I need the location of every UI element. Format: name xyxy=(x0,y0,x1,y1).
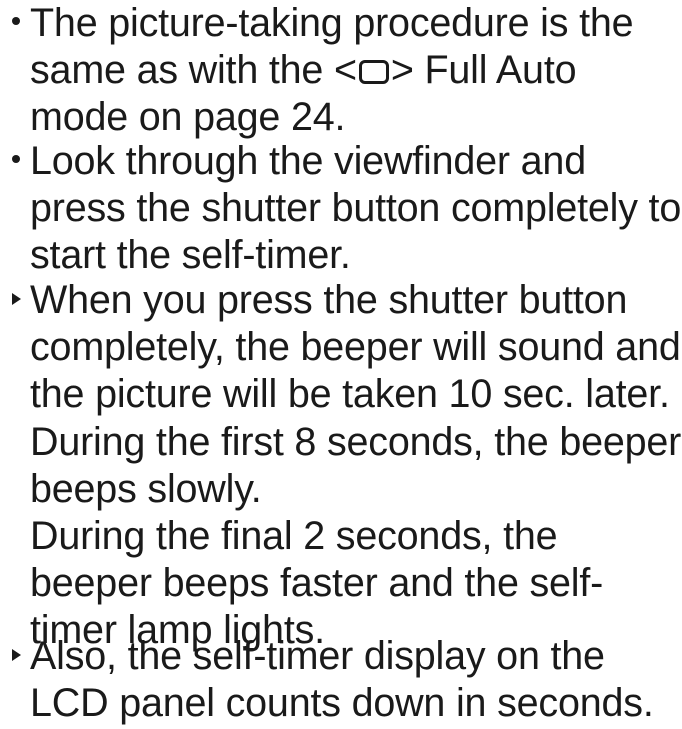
bullet-item-viewfinder: Look through the viewfinder and press th… xyxy=(0,138,681,280)
manual-page: The picture-taking procedure is the same… xyxy=(0,0,682,729)
result-item-beeper: When you press the shutter button comple… xyxy=(0,277,681,655)
text-line: beeps slowly. xyxy=(30,466,262,511)
text-line: During the final 2 seconds, the xyxy=(30,514,558,559)
text-line: the picture will be taken 10 sec. later. xyxy=(30,372,670,417)
bullet-dot-icon xyxy=(6,138,26,185)
text-line: Also, the self-timer display on the xyxy=(30,634,605,678)
text-line: The picture-taking procedure is the xyxy=(30,1,634,45)
text-line: During the first 8 seconds, the beeper xyxy=(30,419,682,464)
result-arrow-icon xyxy=(6,277,26,324)
text-fragment: > Full Auto xyxy=(390,48,577,93)
text-line: beeper beeps faster and the self- xyxy=(30,561,604,606)
result-item-lcd-countdown: Also, the self-timer display on the LCD … xyxy=(0,633,654,727)
text-fragment: same as with the < xyxy=(30,48,357,93)
result-arrow-icon xyxy=(6,633,26,680)
full-auto-mode-icon xyxy=(358,60,389,85)
bullet-dot-icon xyxy=(6,0,26,47)
text-line: LCD panel counts down in seconds. xyxy=(30,681,654,726)
bullet-item-procedure: The picture-taking procedure is the same… xyxy=(0,0,634,142)
text-line: Look through the viewfinder and xyxy=(30,139,586,183)
text-line: completely, the beeper will sound and xyxy=(30,325,681,370)
text-line: press the shutter button completely to xyxy=(30,186,682,231)
text-line-with-icon: same as with the < > Full Auto xyxy=(30,47,633,94)
text-line: start the self-timer. xyxy=(30,233,351,278)
text-line: mode on page 24. xyxy=(30,95,346,140)
text-line: When you press the shutter button xyxy=(30,278,628,322)
